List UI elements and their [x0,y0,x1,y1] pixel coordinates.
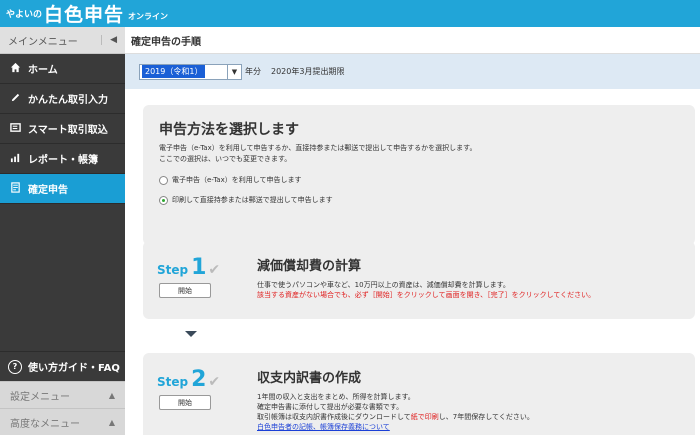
step-2-line-3b: 紙で印刷 [410,413,439,421]
settings-menu[interactable]: 設定メニュー ▲ [0,381,125,408]
arrow-down-icon [185,331,197,337]
year-selector-bar: 2019（令和1） ▼ 年分 2020年3月提出期限 [125,54,700,89]
step-2-label: Step 2 ✔ [157,367,220,392]
deadline-note: 2020年3月提出期限 [271,67,345,76]
sidebar-item-label: レポート・帳簿 [28,155,98,166]
main-menu-header: メインメニュー ◀ [0,27,125,54]
step-number: 2 [191,367,207,392]
sidebar-item-easy-entry[interactable]: かんたん取引入力 [0,84,125,114]
step-1-heading: 減価償却費の計算 [257,259,362,274]
guide-label: 使い方ガイド・FAQ [28,363,120,374]
check-icon: ✔ [208,262,221,278]
sidebar-item-tax-return[interactable]: 確定申告 [0,174,125,204]
main-menu-label: メインメニュー [8,36,78,48]
option-etax-label: 電子申告（e-Tax）を利用して申告します [172,176,302,184]
option-paper[interactable]: 印刷して直接持参または郵送で提出して申告します [159,195,679,205]
step-2-start-button[interactable]: 開始 [159,395,211,410]
year-select-value: 2019（令和1） [142,65,206,78]
step-word: Step [157,263,189,277]
step-2-line-3a: 取引帳簿は収支内訳書作成後にダウンロードして [257,413,411,421]
bookkeeping-link[interactable]: 白色申告者の記帳、帳簿保存義務について [257,422,687,432]
brand-prefix: やよいの [6,10,43,20]
document-icon [8,181,22,196]
desc-line-2: ここでの選択は、いつでも変更できます。 [159,155,292,163]
help-icon: ? [8,359,22,374]
step-1-line-1: 仕事で使うパソコンや車など、10万円以上の資産は、減価償却費を計算します。 [257,280,687,290]
guide-faq-link[interactable]: ? 使い方ガイド・FAQ [0,351,125,381]
year-suffix: 年分 [245,67,261,76]
step-2-line-1: 1年間の収入と支出をまとめ、所得を計算します。 [257,393,415,401]
desc-line-1: 電子申告（e-Tax）を利用して申告するか、直接持参または郵送で提出して申告する… [159,144,477,152]
step-2-heading: 収支内訳書の作成 [257,371,362,386]
brand-suffix: オンライン [128,12,169,21]
radio-paper[interactable] [159,195,168,205]
option-paper-label: 印刷して直接持参または郵送で提出して申告します [172,196,333,204]
filing-method-heading: 申告方法を選択します [159,122,299,138]
step-2-body: 収支内訳書の作成 1年間の収入と支出をまとめ、所得を計算します。 確定申告書に添… [257,367,687,432]
step-1-panel: Step 1 ✔ 開始 減価償却費の計算 仕事で使うパソコンや車など、10万円以… [143,241,695,319]
app-header: やよいの 白色申告 オンライン [0,0,700,27]
step-2-line-3c: し、7年間保存してください。 [438,413,534,421]
filing-method-desc: 電子申告（e-Tax）を利用して申告するか、直接持参または郵送で提出して申告する… [159,143,679,165]
step-number: 1 [191,255,207,280]
home-icon [8,62,22,76]
chevron-up-icon: ▲ [108,390,115,400]
sidebar-item-home[interactable]: ホーム [0,54,125,84]
sidebar: メインメニュー ◀ ホーム かんたん取引入力 スマート取引取込 レポート・帳簿 … [0,27,125,435]
chevron-up-icon: ▲ [108,417,115,427]
main-content: 確定申告の手順 2019（令和1） ▼ 年分 2020年3月提出期限 申告方法を… [125,27,700,435]
check-icon: ✔ [208,374,221,390]
radio-etax[interactable] [159,175,168,185]
sidebar-item-label: ホーム [28,65,58,76]
pencil-icon [8,92,22,106]
chevron-left-icon[interactable]: ◀ [101,35,117,45]
sidebar-item-label: スマート取引取込 [28,125,108,136]
year-select[interactable]: 2019（令和1） ▼ [139,63,242,80]
page-title: 確定申告の手順 [125,27,700,54]
dropdown-arrow-icon[interactable]: ▼ [227,64,241,79]
chart-icon [8,152,22,166]
settings-menu-label: 設定メニュー [10,391,70,403]
step-1-start-button[interactable]: 開始 [159,283,211,298]
step-1-body: 減価償却費の計算 仕事で使うパソコンや車など、10万円以上の資産は、減価償却費を… [257,255,687,300]
sidebar-item-label: 確定申告 [28,185,68,196]
sidebar-item-reports[interactable]: レポート・帳簿 [0,144,125,174]
step-2-line-3: 取引帳簿は収支内訳書作成後にダウンロードして紙で印刷し、7年間保存してください。 [257,412,687,422]
advanced-menu[interactable]: 高度なメニュー ▲ [0,408,125,435]
sidebar-item-label: かんたん取引入力 [28,95,108,106]
step-1-label: Step 1 ✔ [157,255,220,280]
step-1-warning: 該当する資産がない場合でも、必ず［開始］をクリックして画面を開き、［完了］をクリ… [257,291,596,299]
step-1-line-1-text: 10万円以上の資産は、減価償却費を計算します。 [354,281,510,289]
step-2-line-2: 確定申告書に添付して提出が必要な書類です。 [257,403,404,411]
advanced-menu-label: 高度なメニュー [10,418,80,430]
step-1-line-1-prefix: 仕事で使うパソコンや車など、 [257,281,355,289]
option-etax[interactable]: 電子申告（e-Tax）を利用して申告します [159,175,679,185]
step-word: Step [157,375,189,389]
brand-logo[interactable]: 白色申告 [44,0,124,27]
sidebar-item-smart-import[interactable]: スマート取引取込 [0,114,125,144]
filing-method-panel: 申告方法を選択します 電子申告（e-Tax）を利用して申告するか、直接持参または… [143,105,695,245]
step-2-panel: Step 2 ✔ 開始 収支内訳書の作成 1年間の収入と支出をまとめ、所得を計算… [143,353,695,435]
import-icon [8,122,22,136]
